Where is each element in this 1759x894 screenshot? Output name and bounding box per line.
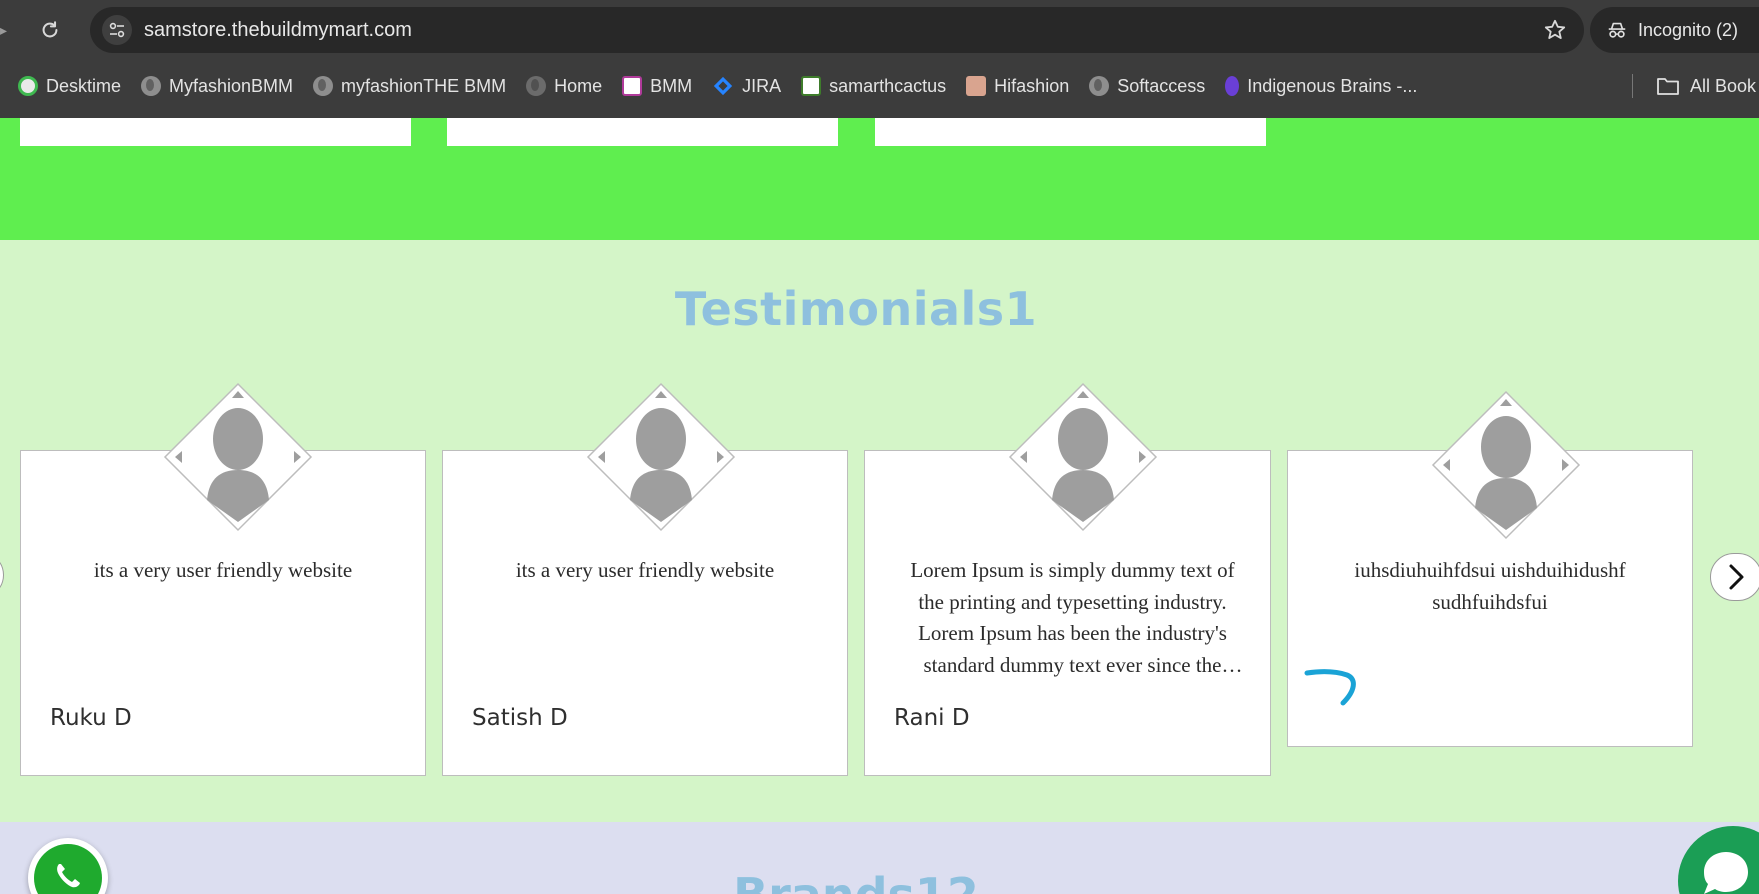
site-info-icon[interactable] <box>102 15 132 45</box>
browser-chrome: ▸ samstore.thebuildmymart.com Incognito … <box>0 0 1759 118</box>
incognito-label: Incognito (2) <box>1638 19 1739 40</box>
bookmark-jira[interactable]: JIRA <box>702 70 791 102</box>
carousel-next-button[interactable] <box>1710 553 1759 601</box>
feature-card <box>447 118 838 146</box>
desktime-icon <box>18 76 38 96</box>
testimonial-author: Rani D <box>894 705 970 731</box>
bookmark-desktime[interactable]: Desktime <box>0 70 131 102</box>
reload-icon[interactable] <box>36 16 64 44</box>
bookmark-label: Desktime <box>46 75 122 96</box>
bookmark-star-icon[interactable] <box>1542 17 1568 43</box>
url-text[interactable]: samstore.thebuildmymart.com <box>144 7 412 53</box>
bookmark-softaccess[interactable]: Softaccess <box>1079 70 1215 102</box>
indigenous-brains-icon <box>1225 76 1240 96</box>
brands-section: Brands12 <box>0 822 1759 894</box>
bookmarks-separator <box>1632 74 1633 98</box>
bookmark-label: BMM <box>650 75 693 96</box>
all-bookmarks-button[interactable]: All Book <box>1656 66 1756 106</box>
brands-title: Brands12 <box>0 868 1712 894</box>
chat-bubble-icon <box>1704 852 1748 894</box>
bookmark-label: samarthcactus <box>829 75 947 96</box>
avatar-icon <box>586 382 736 532</box>
testimonial-text: iuhsdiuhuihfdsui uishduihidushf sudhfuih… <box>1354 558 1626 614</box>
cactus-icon <box>801 76 822 96</box>
whatsapp-icon <box>34 844 102 894</box>
chevron-right-icon <box>1729 564 1744 590</box>
incognito-icon <box>1608 22 1626 38</box>
globe-icon <box>1089 76 1110 96</box>
bookmark-label: MyfashionBMM <box>169 75 294 96</box>
bookmark-myfashion-the-bmm[interactable]: myfashionTHE BMM <box>303 70 516 102</box>
avatar-icon <box>163 382 313 532</box>
globe-icon <box>313 76 334 96</box>
testimonial-author: Satish D <box>472 705 568 731</box>
avatar-icon <box>1431 390 1581 540</box>
folder-icon <box>1657 78 1679 95</box>
testimonials-title: Testimonials1 <box>674 282 1038 336</box>
jira-icon <box>713 76 733 96</box>
bookmark-label: Hifashion <box>994 75 1070 96</box>
bmm-icon <box>622 76 643 96</box>
feature-card <box>20 118 411 146</box>
bookmark-label: Home <box>554 75 603 96</box>
testimonial-author: Ruku D <box>50 705 132 731</box>
address-bar-row: ▸ samstore.thebuildmymart.com Incognito … <box>0 0 1759 60</box>
bookmark-label: Softaccess <box>1117 75 1206 96</box>
bookmark-hifashion[interactable]: Hifashion <box>956 70 1079 102</box>
incognito-indicator[interactable]: Incognito (2) <box>1590 7 1759 53</box>
bookmark-myfashionbmm[interactable]: MyfashionBMM <box>131 70 303 102</box>
testimonial-text: its a very user friendly website <box>93 558 353 582</box>
bookmark-label: Indigenous Brains -... <box>1247 75 1418 96</box>
hifashion-icon <box>966 76 987 96</box>
bookmark-bmm[interactable]: BMM <box>612 70 702 102</box>
swipe-arrow-icon <box>1304 669 1356 706</box>
globe-icon <box>526 76 547 96</box>
omnibox[interactable]: samstore.thebuildmymart.com <box>90 7 1584 53</box>
forward-icon[interactable]: ▸ <box>0 20 8 40</box>
bookmarks-bar: Desktime MyfashionBMM myfashionTHE BMM H… <box>0 66 1759 106</box>
testimonial-text: Lorem Ipsum is simply dummy text of the … <box>910 558 1235 677</box>
bookmark-indigenous-brains[interactable]: Indigenous Brains -... <box>1215 70 1427 102</box>
testimonial-text: its a very user friendly website <box>515 558 775 582</box>
bookmark-label: JIRA <box>742 75 782 96</box>
all-bookmarks-label: All Book <box>1690 75 1757 96</box>
feature-card <box>875 118 1266 146</box>
bookmark-home[interactable]: Home <box>516 70 612 102</box>
bookmark-samarthcactus[interactable]: samarthcactus <box>791 70 956 102</box>
globe-icon <box>141 76 162 96</box>
avatar-icon <box>1008 382 1158 532</box>
bookmark-label: myfashionTHE BMM <box>341 75 507 96</box>
